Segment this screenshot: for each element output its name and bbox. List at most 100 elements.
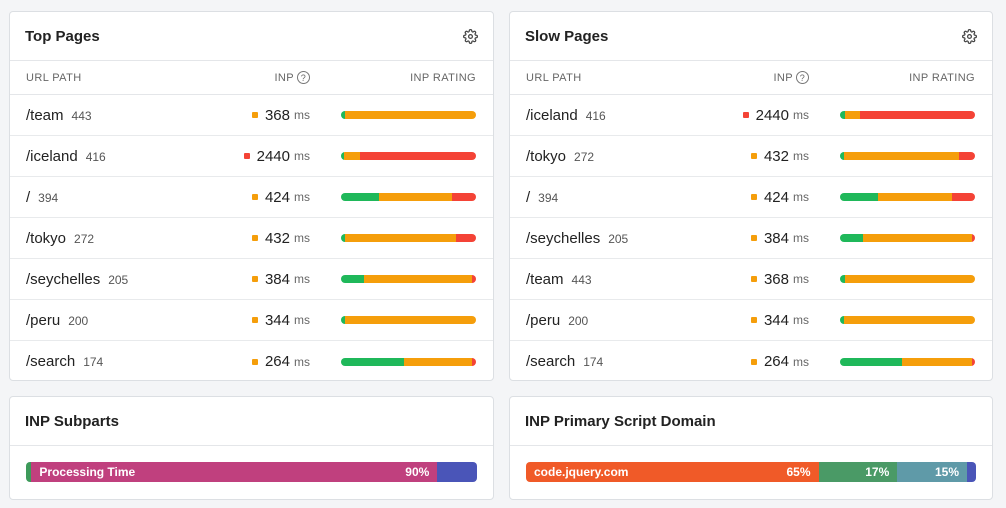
row-path-cell: / 394 xyxy=(526,189,659,206)
inp-unit: ms xyxy=(294,190,310,204)
bar-segment[interactable]: Processing Time 90% xyxy=(31,462,438,482)
inp-rating-bar xyxy=(840,193,975,201)
status-dot xyxy=(750,153,757,159)
col-inp-label: INP xyxy=(274,71,294,84)
table-row[interactable]: / 394 424 ms xyxy=(510,177,992,218)
needs-improvement-segment xyxy=(378,193,452,201)
inp-subparts-card: INP Subparts Processing Time 90% xyxy=(9,396,494,500)
bar-segment[interactable] xyxy=(437,462,477,482)
info-icon[interactable]: ? xyxy=(297,71,310,84)
url-path[interactable]: /peru xyxy=(526,312,560,329)
inp-value: 368 xyxy=(763,270,789,288)
table-row[interactable]: /iceland 416 2440 ms xyxy=(10,136,493,177)
table-row[interactable]: /search 174 264 ms xyxy=(510,341,992,380)
status-dot xyxy=(243,153,250,159)
row-rating-cell xyxy=(809,152,975,160)
good-segment xyxy=(840,234,863,242)
row-inp-cell: 368 ms xyxy=(659,271,809,288)
col-inp[interactable]: INP? xyxy=(659,71,809,84)
table-row[interactable]: /team 443 368 ms xyxy=(10,95,493,136)
url-path[interactable]: / xyxy=(526,189,530,206)
row-rating-cell xyxy=(310,357,476,366)
poor-segment xyxy=(972,357,975,366)
segment-value: 15% xyxy=(934,465,959,479)
inp-unit: ms xyxy=(294,149,310,163)
page-count: 200 xyxy=(568,313,589,328)
row-inp-cell: 344 ms xyxy=(659,312,809,329)
row-rating-cell xyxy=(310,193,476,201)
inp-value: 432 xyxy=(763,147,789,165)
url-path[interactable]: /team xyxy=(26,107,64,124)
table-row[interactable]: /iceland 416 2440 ms xyxy=(510,95,992,136)
col-url-path[interactable]: URL PATH xyxy=(26,72,160,84)
table-row[interactable]: /tokyo 272 432 ms xyxy=(10,218,493,259)
info-icon[interactable]: ? xyxy=(796,71,809,84)
row-path-cell: /team 443 xyxy=(526,271,659,288)
bar-segment[interactable]: 17% xyxy=(818,462,898,482)
row-rating-cell xyxy=(809,275,975,283)
script-domain-header: INP Primary Script Domain xyxy=(510,397,992,446)
url-path[interactable]: /iceland xyxy=(526,107,578,124)
url-path[interactable]: /search xyxy=(526,353,575,370)
table-row[interactable]: /seychelles 205 384 ms xyxy=(510,218,992,259)
inp-rating-bar xyxy=(341,357,476,366)
page-count: 416 xyxy=(585,108,606,123)
row-path-cell: /tokyo 272 xyxy=(526,148,659,165)
col-url-path[interactable]: URL PATH xyxy=(526,72,659,84)
status-dot xyxy=(750,235,757,241)
needs-improvement-segment xyxy=(345,316,476,324)
row-rating-cell xyxy=(310,234,476,242)
segment-value: 90% xyxy=(405,465,430,479)
status-dot xyxy=(251,194,258,200)
table-row[interactable]: / 394 424 ms xyxy=(10,177,493,218)
url-path[interactable]: /team xyxy=(526,271,564,288)
slow-pages-header: Slow Pages xyxy=(510,12,992,61)
gear-icon[interactable] xyxy=(961,28,977,44)
row-inp-cell: 2440 ms xyxy=(160,148,310,165)
table-row[interactable]: /team 443 368 ms xyxy=(510,259,992,300)
top-pages-title: Top Pages xyxy=(25,27,100,45)
inp-value: 264 xyxy=(264,353,290,370)
segment-value: 17% xyxy=(865,465,890,479)
col-inp-rating[interactable]: INP RATING xyxy=(809,72,975,84)
poor-segment xyxy=(455,234,476,242)
needs-improvement-segment xyxy=(902,357,973,366)
row-inp-cell: 264 ms xyxy=(160,353,310,370)
url-path[interactable]: /seychelles xyxy=(526,230,600,247)
inp-unit: ms xyxy=(793,190,809,204)
row-path-cell: /peru 200 xyxy=(526,312,659,329)
segment-label: code.jquery.com xyxy=(534,465,629,479)
inp-unit: ms xyxy=(793,313,809,327)
url-path[interactable]: /peru xyxy=(26,312,60,329)
bar-segment[interactable] xyxy=(967,462,976,482)
col-inp-rating[interactable]: INP RATING xyxy=(310,72,476,84)
url-path[interactable]: /tokyo xyxy=(526,148,566,165)
status-dot xyxy=(251,317,258,323)
row-rating-cell xyxy=(310,316,476,324)
bar-segment[interactable]: 15% xyxy=(897,462,967,482)
table-row[interactable]: /peru 200 344 ms xyxy=(510,300,992,341)
row-path-cell: /search 174 xyxy=(26,353,160,370)
table-row[interactable]: /peru 200 344 ms xyxy=(10,300,493,341)
url-path[interactable]: / xyxy=(26,189,30,206)
poor-segment xyxy=(359,152,476,160)
bar-segment[interactable]: code.jquery.com 65% xyxy=(526,462,819,482)
row-inp-cell: 384 ms xyxy=(659,230,809,247)
top-pages-header: Top Pages xyxy=(10,12,493,61)
table-row[interactable]: /seychelles 205 384 ms xyxy=(10,259,493,300)
table-row[interactable]: /search 174 264 ms xyxy=(10,341,493,380)
slow-pages-card: Slow Pages URL PATH INP? INP RATING /ice… xyxy=(509,11,993,381)
url-path[interactable]: /seychelles xyxy=(26,271,100,288)
url-path[interactable]: /tokyo xyxy=(26,230,66,247)
url-path[interactable]: /search xyxy=(26,353,75,370)
needs-improvement-segment xyxy=(844,316,975,324)
row-rating-cell xyxy=(809,234,975,242)
page-count: 205 xyxy=(608,231,629,246)
inp-rating-bar xyxy=(840,316,975,324)
inp-unit: ms xyxy=(793,108,809,122)
column-headers: URL PATH INP? INP RATING xyxy=(10,61,493,95)
gear-icon[interactable] xyxy=(462,28,478,44)
table-row[interactable]: /tokyo 272 432 ms xyxy=(510,136,992,177)
col-inp[interactable]: INP? xyxy=(160,71,310,84)
url-path[interactable]: /iceland xyxy=(26,148,78,165)
